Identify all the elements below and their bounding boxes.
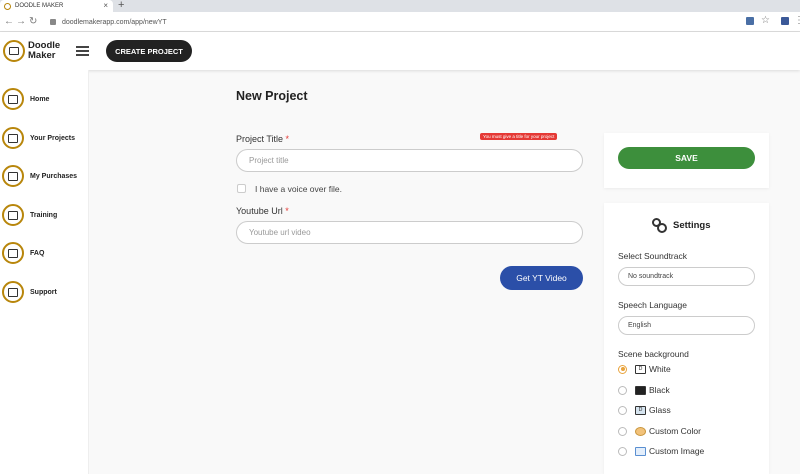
- voice-over-checkbox[interactable]: [237, 184, 246, 193]
- sidebar-item-label: FAQ: [30, 249, 45, 257]
- sidebar-item-label: My Purchases: [30, 172, 78, 180]
- facebook-extension-icon[interactable]: [781, 17, 789, 25]
- background-radio[interactable]: [618, 385, 627, 395]
- sidebar-item-training[interactable]: Training: [2, 202, 88, 228]
- scene-background-label: Scene background: [618, 349, 689, 359]
- logo-line-2: Maker: [28, 50, 56, 61]
- close-tab-icon[interactable]: ×: [103, 1, 108, 10]
- settings-header: Settings: [652, 218, 710, 233]
- background-radio[interactable]: [618, 426, 627, 436]
- translate-icon[interactable]: [746, 17, 754, 25]
- pencil-icon: [2, 242, 24, 264]
- doodle-maker-logo-icon[interactable]: [3, 40, 25, 62]
- browser-tab[interactable]: DOODLE MAKER ×: [0, 0, 113, 12]
- required-mark: *: [285, 206, 289, 216]
- doodle-maker-favicon-icon: [4, 2, 11, 10]
- save-panel: SAVE: [604, 133, 769, 188]
- soundtrack-select[interactable]: No soundtrack: [618, 267, 755, 286]
- glass-thumbnail-icon: D: [635, 405, 646, 415]
- hamburger-menu-icon[interactable]: [76, 46, 89, 56]
- app-header: Doodle Maker CREATE PROJECT: [0, 32, 800, 70]
- settings-panel: Settings Select Soundtrack No soundtrack…: [604, 203, 769, 474]
- required-mark: *: [285, 134, 290, 144]
- speech-language-label: Speech Language: [618, 300, 688, 310]
- white-thumbnail-icon: D: [635, 364, 646, 374]
- sidebar-item-label: Home: [30, 95, 50, 103]
- menu-dots-icon[interactable]: ⋮: [794, 15, 800, 26]
- background-option-white[interactable]: D White: [618, 362, 671, 376]
- sidebar-item-your-projects[interactable]: Your Projects: [2, 125, 88, 151]
- soundtrack-label: Select Soundtrack: [618, 251, 687, 261]
- background-radio[interactable]: [618, 446, 627, 456]
- folder-icon: [2, 127, 24, 149]
- url-field[interactable]: doodlemakerapp.com/app/newYT: [50, 15, 740, 29]
- background-option-label: Custom Image: [649, 446, 705, 456]
- sidebar-item-my-purchases[interactable]: My Purchases: [2, 163, 88, 189]
- page-title: New Project: [236, 89, 308, 103]
- sidebar-item-label: Your Projects: [30, 134, 75, 142]
- browser-tabstrip: DOODLE MAKER × +: [0, 0, 800, 12]
- sidebar: Home Your Projects My Purchases Training…: [0, 70, 89, 474]
- background-radio[interactable]: [618, 405, 627, 415]
- background-radio[interactable]: [618, 364, 627, 374]
- error-badge: You must give a title for your project: [480, 133, 558, 140]
- url-text: doodlemakerapp.com/app/newYT: [62, 18, 167, 26]
- document-icon: [2, 88, 24, 110]
- background-option-glass[interactable]: D Glass: [618, 403, 671, 417]
- get-yt-video-button[interactable]: Get YT Video: [500, 266, 583, 290]
- cart-icon: [2, 165, 24, 187]
- image-icon: [635, 446, 646, 456]
- create-project-button[interactable]: CREATE PROJECT: [106, 40, 192, 62]
- save-button[interactable]: SAVE: [618, 147, 755, 169]
- project-title-label: Project Title *: [236, 134, 290, 144]
- sidebar-item-label: Training: [30, 211, 58, 219]
- gears-icon: [652, 218, 667, 233]
- background-option-label: Custom Color: [649, 426, 701, 436]
- address-bar: ← → ↻ doodlemakerapp.com/app/newYT ☆ ⋮: [0, 12, 800, 32]
- logo-text[interactable]: Doodle Maker: [28, 41, 68, 61]
- sidebar-item-support[interactable]: Support: [2, 279, 88, 305]
- background-option-black[interactable]: Black: [618, 383, 670, 397]
- reload-icon[interactable]: ↻: [29, 16, 37, 27]
- sidebar-item-faq[interactable]: FAQ: [2, 240, 88, 266]
- sidebar-item-home[interactable]: Home: [2, 86, 88, 112]
- project-title-input[interactable]: [236, 149, 583, 172]
- background-option-label: Black: [649, 385, 670, 395]
- forward-icon[interactable]: →: [16, 16, 26, 27]
- youtube-url-input[interactable]: [236, 221, 583, 244]
- youtube-url-label: Youtube Url *: [236, 206, 289, 216]
- speech-language-select[interactable]: English: [618, 316, 755, 335]
- background-option-label: Glass: [649, 405, 671, 415]
- tab-title: DOODLE MAKER: [15, 3, 64, 9]
- chat-icon: [2, 281, 24, 303]
- back-icon[interactable]: ←: [4, 16, 14, 27]
- background-option-label: White: [649, 364, 671, 374]
- new-tab-icon[interactable]: +: [118, 0, 124, 11]
- voice-over-label[interactable]: I have a voice over file.: [255, 184, 342, 194]
- presentation-icon: [2, 204, 24, 226]
- palette-icon: [635, 426, 646, 436]
- settings-title: Settings: [673, 220, 711, 231]
- lock-icon: [50, 19, 56, 25]
- background-option-custom-image[interactable]: Custom Image: [618, 444, 704, 458]
- bookmark-star-icon[interactable]: ☆: [761, 15, 770, 26]
- background-option-custom-color[interactable]: Custom Color: [618, 424, 701, 438]
- black-thumbnail-icon: [635, 385, 646, 395]
- sidebar-item-label: Support: [30, 288, 57, 296]
